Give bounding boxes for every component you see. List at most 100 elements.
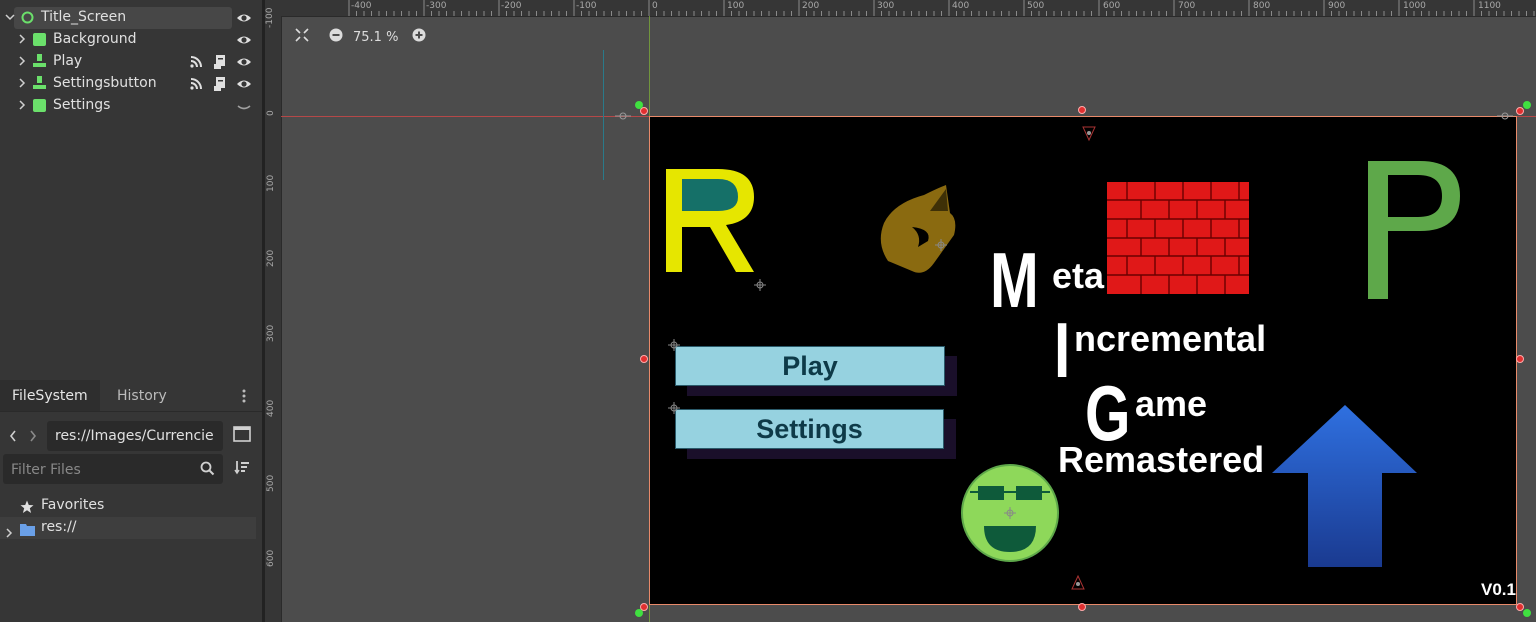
ruler-label: -400 [351,1,372,11]
res-root-row[interactable]: res:// [0,517,256,539]
eye-icon[interactable] [236,76,252,92]
tab-filesystem[interactable]: FileSystem [0,380,100,412]
anchor-pin-icon[interactable] [615,109,631,123]
ruler-label: 400 [266,399,276,417]
letter-r-graphic[interactable]: R [666,169,756,278]
zoom-level[interactable]: 75.1 % [353,30,398,45]
pivot-marker-icon[interactable] [1004,507,1016,519]
ruler-label: 300 [266,324,276,342]
canvas-viewport[interactable]: -400 -300 -200 -100 0 100 200 300 400 50… [265,0,1536,622]
node-label: Title_Screen [41,9,127,25]
scene-tree-panel: Title_Screen Background Play Settingsbut… [0,0,262,622]
title-cap-i: I [1054,306,1071,394]
script-icon[interactable] [212,76,228,92]
chevron-right-icon[interactable] [17,56,27,69]
chevron-down-icon[interactable] [5,12,15,25]
signal-icon[interactable] [188,54,204,70]
scene-node-background[interactable]: Background [0,29,262,51]
pivot-marker-icon[interactable] [668,402,680,414]
pivot-marker-icon[interactable] [668,339,680,351]
ruler-label: 800 [1253,1,1271,11]
forward-arrow-icon[interactable] [28,428,38,447]
zoom-in-icon[interactable] [412,28,426,46]
resize-handle-bottom[interactable] [1078,603,1086,611]
scene-node-settingsbutton[interactable]: Settingsbutton [0,73,262,95]
settings-button[interactable]: Settings [675,409,944,449]
chevron-right-icon[interactable] [17,34,27,47]
ruler-label: -300 [426,1,447,11]
anchor-pin-icon[interactable] [1082,126,1096,142]
anchor-handle-bottom-right[interactable] [1523,609,1531,617]
center-view-icon[interactable] [295,28,309,46]
ruler-label: -100 [576,1,597,11]
tab-history[interactable]: History [105,380,179,412]
anchor-handle-top-left[interactable] [635,101,643,109]
ruler-label: -200 [501,1,522,11]
resize-handle-top-right[interactable] [1516,107,1524,115]
play-button[interactable]: Play [675,346,945,386]
scene-node-title-screen[interactable]: Title_Screen [0,7,262,29]
ruler-vertical: -100 0 100 200 300 400 500 600 [265,8,282,622]
anchor-handle-top-right[interactable] [1523,101,1531,109]
letter-p-graphic[interactable]: P [1368,161,1462,305]
zoom-out-icon[interactable] [329,28,343,46]
title-meta-rest: eta [1052,255,1105,296]
chevron-right-icon[interactable] [17,78,27,91]
divider [0,411,262,412]
split-view-icon[interactable] [233,426,251,446]
ruler-horizontal: -400 -300 -200 -100 0 100 200 300 400 50… [281,0,1536,17]
anchor-pin-icon[interactable] [1497,109,1513,123]
favorites-row[interactable]: Favorites [0,495,262,517]
back-arrow-icon[interactable] [8,428,18,447]
guide-anchor-line [603,50,604,180]
pivot-marker-icon[interactable] [935,239,947,251]
path-field[interactable]: res://Images/Currencie [47,421,223,451]
title-screen-canvas[interactable]: R P [649,116,1517,605]
node-label: Play [53,53,83,69]
eye-closed-icon[interactable] [236,98,252,114]
control-node-icon [21,11,34,24]
ruler-label: 0 [652,1,658,11]
resize-handle-left[interactable] [640,355,648,363]
ruler-label: 500 [266,474,276,492]
currency-icon[interactable] [874,183,960,279]
search-icon[interactable] [200,461,215,480]
eye-icon[interactable] [236,54,252,70]
title-incremental-rest: ncremental [1074,318,1267,359]
ruler-label: 600 [1103,1,1121,11]
eye-icon[interactable] [236,10,252,26]
ruler-label: 600 [266,549,276,567]
resize-handle-top[interactable] [1078,106,1086,114]
resize-handle-right[interactable] [1516,355,1524,363]
star-icon [20,499,34,518]
chevron-right-icon[interactable] [17,100,27,113]
version-label: V0.1 [1481,580,1516,599]
node-label: Settings [53,97,111,113]
anchor-handle-bottom-left[interactable] [635,609,643,617]
eye-icon[interactable] [236,32,252,48]
filesystem-panel: FileSystem History res://Images/Currenci… [0,380,262,622]
chevron-right-icon[interactable] [4,523,14,542]
favorites-label: Favorites [41,497,105,513]
ruler-label: 1100 [1478,1,1501,11]
scene-node-settings[interactable]: Settings [0,95,262,117]
ruler-ticks [348,0,1535,16]
folder-icon [20,521,35,540]
title-remastered: Remastered [1058,439,1265,480]
kebab-menu-icon[interactable] [240,388,248,408]
signal-icon[interactable] [188,76,204,92]
ruler-label: 200 [266,249,276,267]
scene-node-play[interactable]: Play [0,51,262,73]
ruler-label: 100 [727,1,745,11]
anchor-pin-icon[interactable] [1071,575,1085,591]
upgrade-arrow-graphic[interactable] [1272,405,1418,573]
sort-icon[interactable] [234,459,250,479]
node-label: Background [53,31,137,47]
node-label: Settingsbutton [53,75,157,91]
filter-field [3,454,223,486]
title-cap-m: M [990,236,1039,324]
pivot-marker-icon[interactable] [754,279,766,291]
script-icon[interactable] [212,54,228,70]
ruler-label: 700 [1178,1,1196,11]
filter-input[interactable] [9,454,193,486]
